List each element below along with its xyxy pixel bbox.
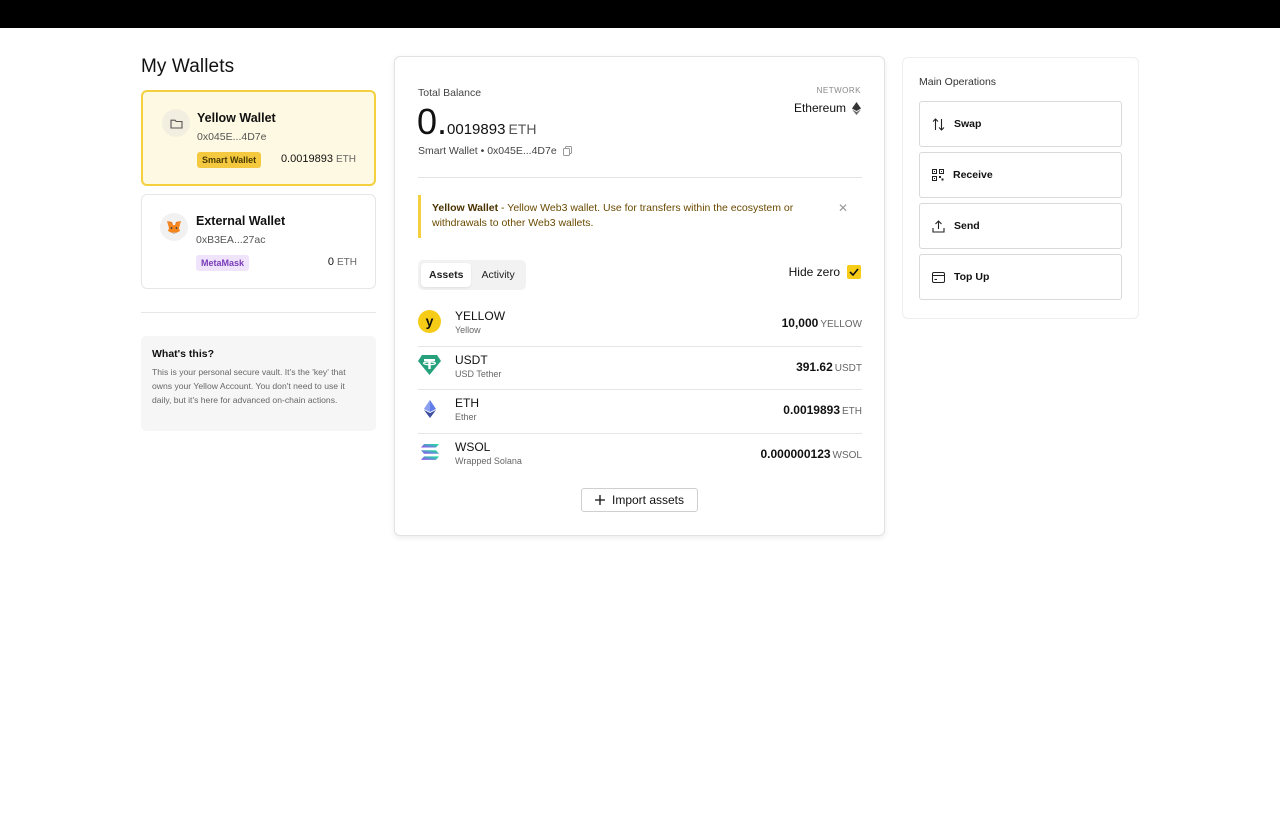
eth-token-icon <box>418 397 441 420</box>
wallet-badge: MetaMask <box>196 255 250 271</box>
svg-text:y: y <box>426 313 434 329</box>
notice-title: Yellow Wallet <box>432 202 499 214</box>
upload-icon <box>932 219 945 233</box>
plus-icon <box>594 495 605 505</box>
usdt-token-icon <box>418 354 441 377</box>
list-item[interactable]: USDT USD Tether 391.62 USDT <box>418 347 862 390</box>
asset-name: Yellow <box>455 325 481 335</box>
top-bar <box>0 0 1280 28</box>
import-assets-label: Import assets <box>611 493 685 507</box>
asset-balance: 10,000 YELLOW <box>781 316 862 330</box>
ethereum-icon <box>852 101 861 115</box>
send-label: Send <box>954 220 980 232</box>
asset-name: Wrapped Solana <box>455 455 522 466</box>
swap-label: Swap <box>954 118 982 130</box>
qr-code-icon <box>932 169 944 181</box>
wallet-card-external[interactable]: External Wallet 0xB3EA...27ac MetaMask 0… <box>141 194 376 289</box>
divider <box>418 177 862 178</box>
close-icon[interactable]: ✕ <box>838 201 848 216</box>
page-title: My Wallets <box>141 56 235 77</box>
top-up-label: Top Up <box>954 271 990 283</box>
divider <box>141 312 376 313</box>
asset-name: Ether <box>455 412 477 422</box>
operations-title: Main Operations <box>919 76 997 88</box>
tab-assets[interactable]: Assets <box>421 263 472 287</box>
folder-icon <box>162 109 190 137</box>
hide-zero-checkbox[interactable] <box>847 265 861 279</box>
info-title: What's this? <box>152 348 214 360</box>
receive-button[interactable]: Receive <box>919 152 1122 198</box>
wsol-token-icon <box>418 441 441 464</box>
asset-symbol: WSOL <box>455 439 491 454</box>
asset-name: USD Tether <box>455 368 502 379</box>
asset-symbol: YELLOW <box>455 309 506 323</box>
wallet-badge: Smart Wallet <box>197 152 262 168</box>
network-label: NETWORK <box>816 86 861 95</box>
info-box: What's this? This is your personal secur… <box>141 336 376 431</box>
list-item[interactable]: y YELLOW Yellow 10,000 YELLOW <box>418 303 862 347</box>
wallet-balance: 0.0019893 ETH <box>280 153 356 165</box>
asset-list: y YELLOW Yellow 10,000 YELLOW USDT USD Te… <box>418 303 862 477</box>
wallet-detail-panel: Total Balance 0.0019893 ETH Smart Wallet … <box>394 56 885 536</box>
wallet-name: External Wallet <box>196 214 286 228</box>
asset-tabs: Assets Activity <box>418 260 526 290</box>
wallet-address: 0x045E...4D7e <box>197 131 267 143</box>
swap-icon <box>932 117 945 131</box>
top-up-button[interactable]: Top Up <box>919 254 1122 300</box>
wallet-address: 0xB3EA...27ac <box>196 234 266 246</box>
asset-balance: 0.000000123 WSOL <box>760 446 862 461</box>
total-balance-amount: 0.0019893 ETH <box>417 101 537 142</box>
card-icon <box>932 271 945 283</box>
list-item[interactable]: WSOL Wrapped Solana 0.000000123 WSOL <box>418 434 862 478</box>
main-operations-panel: Main Operations Swap Receive Send Top Up <box>902 57 1139 319</box>
info-text: This is your personal secure vault. It's… <box>152 367 346 405</box>
list-item[interactable]: ETH Ether 0.0019893 ETH <box>418 390 862 434</box>
total-balance-label: Total Balance <box>418 87 482 99</box>
hide-zero-label: Hide zero <box>788 265 840 279</box>
receive-label: Receive <box>953 169 993 181</box>
tab-activity[interactable]: Activity <box>473 263 522 287</box>
asset-symbol: USDT <box>455 352 488 367</box>
asset-balance: 391.62 USDT <box>796 359 862 374</box>
metamask-fox-icon <box>160 213 188 241</box>
wallet-card-yellow[interactable]: Yellow Wallet 0x045E...4D7e Smart Wallet… <box>141 90 376 186</box>
asset-balance: 0.0019893 ETH <box>783 403 862 417</box>
wallet-subtitle: Smart Wallet • 0x045E...4D7e <box>418 145 572 157</box>
yellow-token-icon: y <box>418 310 441 333</box>
send-button[interactable]: Send <box>919 203 1122 249</box>
swap-button[interactable]: Swap <box>919 101 1122 147</box>
wallet-name: Yellow Wallet <box>197 111 276 125</box>
copy-icon[interactable] <box>562 146 572 156</box>
hide-zero-toggle[interactable]: Hide zero <box>789 265 861 279</box>
asset-symbol: ETH <box>455 396 479 410</box>
network-selector[interactable]: Ethereum <box>794 101 861 115</box>
wallet-balance: 0 ETH <box>327 256 357 268</box>
wallet-notice: Yellow Wallet - Yellow Web3 wallet. Use … <box>418 195 862 238</box>
import-assets-button[interactable]: Import assets <box>581 488 698 512</box>
